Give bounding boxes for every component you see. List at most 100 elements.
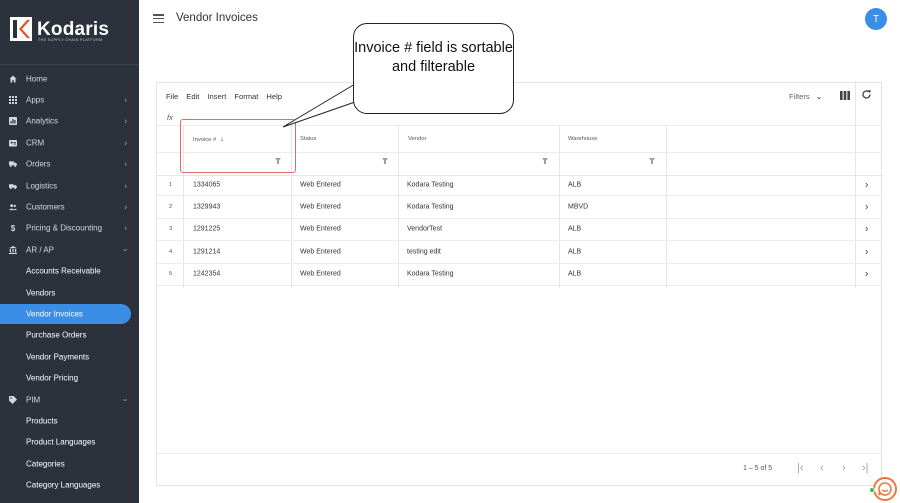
chevron-right-icon: ›: [124, 159, 127, 169]
chevron-down-icon: ›: [121, 398, 131, 401]
menu-help[interactable]: Help: [266, 92, 282, 101]
avatar[interactable]: T: [865, 8, 887, 30]
truck-icon: [9, 160, 17, 168]
sidebar-item-label: Vendor Invoices: [26, 309, 83, 319]
row-number: 1: [169, 181, 173, 188]
filter-icon[interactable]: [382, 158, 388, 164]
chevron-right-icon[interactable]: ›: [865, 179, 868, 190]
prev-page-icon[interactable]: ‹: [820, 462, 824, 474]
invoice-column-highlight: [180, 119, 296, 173]
row-number: 2: [169, 204, 173, 211]
sidebar-item-orders[interactable]: Orders ›: [0, 154, 139, 175]
sidebar-item-customers[interactable]: Customers ›: [0, 196, 139, 217]
sidebar-item-categories[interactable]: Categories: [0, 453, 139, 474]
menu-toggle-icon[interactable]: [153, 14, 164, 24]
invoice-number: 1291225: [193, 225, 221, 233]
sidebar-item-pricing[interactable]: $ Pricing & Discounting ›: [0, 218, 139, 239]
sidebar-item-logistics[interactable]: Logistics ›: [0, 175, 139, 196]
sidebar-item-label: Pricing & Discounting: [26, 223, 103, 233]
sidebar-item-purchase-orders[interactable]: Purchase Orders: [0, 325, 139, 346]
callout-box: Invoice # field is sortable and filterab…: [353, 23, 514, 114]
warehouse: ALB: [568, 181, 582, 189]
columns-icon[interactable]: [840, 91, 850, 103]
vendor: testing edit: [407, 248, 441, 256]
sidebar-item-label: Vendor Pricing: [26, 373, 79, 383]
sidebar-item-crm[interactable]: CRM ›: [0, 132, 139, 153]
sidebar-item-label: Vendors: [26, 288, 56, 298]
sidebar-item-vendor-pricing[interactable]: Vendor Pricing: [0, 367, 139, 388]
chat-button[interactable]: [873, 477, 897, 501]
chevron-right-icon[interactable]: ›: [865, 269, 868, 280]
menu-edit[interactable]: Edit: [186, 92, 199, 101]
warehouse: ALB: [568, 225, 582, 233]
sidebar-item-vendor-payments[interactable]: Vendor Payments: [0, 346, 139, 367]
refresh-icon[interactable]: [861, 89, 872, 103]
vendor: Kodara Testing: [407, 270, 454, 278]
vendor: Kodara Testing: [407, 181, 454, 189]
status: Web Entered: [300, 225, 341, 233]
chevron-right-icon[interactable]: ›: [865, 202, 868, 213]
menu-file[interactable]: File: [166, 92, 178, 101]
sidebar-nav: Home Apps › Analytics › CRM › Orders › L…: [0, 68, 139, 496]
bank-icon: [9, 245, 17, 254]
sidebar-item-apps[interactable]: Apps ›: [0, 89, 139, 110]
filters-dropdown[interactable]: Filters ⌄: [789, 92, 822, 101]
table-row[interactable]: 2 1329943 Web Entered Kodara Testing MBV…: [157, 196, 883, 219]
sidebar-item-label: AR / AP: [26, 245, 55, 255]
formula-label: fx: [167, 113, 173, 122]
last-page-icon[interactable]: ›|: [862, 462, 869, 474]
table-row[interactable]: 5 1242354 Web Entered Kodara Testing ALB…: [157, 264, 883, 286]
sidebar-item-label: Categories: [26, 459, 65, 469]
status: Web Entered: [300, 181, 341, 189]
logistics-icon: [9, 182, 17, 190]
column-header-vendor[interactable]: Vendor: [408, 136, 426, 142]
menu-insert[interactable]: Insert: [207, 92, 226, 101]
column-header-status[interactable]: Status: [300, 136, 316, 142]
warehouse: ALB: [568, 270, 582, 278]
sidebar-item-products[interactable]: Products: [0, 410, 139, 431]
sidebar-item-analytics[interactable]: Analytics ›: [0, 111, 139, 132]
row-number: 3: [169, 226, 173, 233]
sidebar-item-label: Vendor Payments: [26, 352, 90, 362]
status: Web Entered: [300, 203, 341, 211]
chevron-right-icon: ›: [124, 181, 127, 191]
sidebar-item-label: Product Languages: [26, 437, 96, 447]
table-row[interactable]: 1 1334065 Web Entered Kodara Testing ALB…: [157, 174, 883, 197]
sidebar-item-ar-ap[interactable]: AR / AP ›: [0, 239, 139, 260]
sidebar-item-label: Logistics: [26, 181, 58, 191]
kodaris-logo[interactable]: Kodaris THE SUPPLY CHAIN PLATFORM: [10, 17, 110, 43]
sidebar-item-label: Analytics: [26, 116, 59, 126]
row-number: 5: [169, 271, 173, 278]
sidebar-item-label: Home: [26, 74, 48, 84]
sidebar-item-vendors[interactable]: Vendors: [0, 282, 139, 303]
sidebar-item-home[interactable]: Home: [0, 68, 139, 89]
menu-format[interactable]: Format: [234, 92, 258, 101]
row-number: 4: [169, 248, 173, 255]
sidebar-item-accounts-receivable[interactable]: Accounts Receivable: [0, 261, 139, 282]
filter-icon[interactable]: [542, 158, 548, 164]
chevron-down-icon: ›: [121, 248, 131, 252]
sidebar-item-vendor-invoices[interactable]: Vendor Invoices: [0, 303, 139, 325]
table-row[interactable]: 3 1291225 Web Entered VendorTest ALB ›: [157, 219, 883, 242]
status: Web Entered: [300, 270, 341, 278]
sidebar-item-label: Accounts Receivable: [26, 266, 101, 276]
column-header-warehouse[interactable]: Warehouse: [568, 136, 597, 142]
next-page-icon[interactable]: ›: [842, 462, 846, 474]
invoice-number: 1329943: [193, 203, 221, 211]
chevron-right-icon[interactable]: ›: [865, 246, 868, 257]
sidebar-item-pim[interactable]: PIM ›: [0, 389, 139, 410]
home-icon: [9, 75, 17, 83]
apps-grid-icon: [9, 96, 17, 105]
chevron-right-icon: ›: [124, 223, 127, 233]
table-row[interactable]: 4 1291214 Web Entered testing edit ALB ›: [157, 241, 883, 264]
chevron-right-icon[interactable]: ›: [865, 224, 868, 235]
tag-icon: [9, 395, 17, 404]
sidebar-item-category-languages[interactable]: Category Languages: [0, 474, 139, 495]
sidebar-item-product-languages[interactable]: Product Languages: [0, 432, 139, 453]
online-status-dot: [869, 487, 875, 493]
filter-icon[interactable]: [649, 158, 655, 164]
first-page-icon[interactable]: |‹: [797, 462, 804, 474]
vendor: VendorTest: [407, 225, 443, 233]
kodaris-logo-icon: [10, 17, 32, 41]
sidebar-item-label: PIM: [26, 395, 41, 405]
